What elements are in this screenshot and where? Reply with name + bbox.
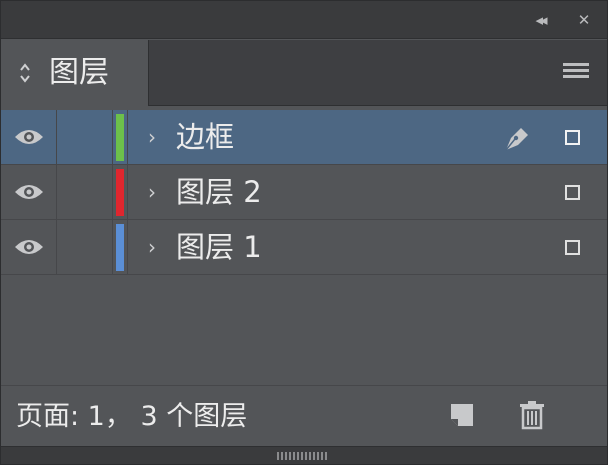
layer-color-swatch [116,169,124,216]
tab-label: 图层 [49,55,109,90]
layer-name: 图层 2 [176,175,262,209]
layer-color-swatch [116,114,124,161]
layers-panel: ◂◂ ✕ 图层 › 边框 › 图层 2 › 图层 1 页面: 1， 3 个图层 [0,0,608,465]
layer-name-cell[interactable]: › 边框 [127,110,607,164]
visibility-toggle[interactable] [1,220,57,274]
chevron-right-icon[interactable]: › [148,123,156,151]
layer-color-swatch [116,224,124,271]
eye-icon [15,185,43,199]
layer-name: 边框 [176,120,235,154]
lock-toggle[interactable] [57,165,113,219]
pen-icon [505,128,528,151]
chevron-right-icon[interactable]: › [148,233,156,261]
panel-footer: 页面: 1， 3 个图层 [1,385,607,445]
layer-target-box[interactable] [565,130,580,145]
layer-target-box[interactable] [565,240,580,255]
chevron-right-icon[interactable]: › [148,178,156,206]
up-down-arrows-icon [20,63,30,83]
visibility-toggle[interactable] [1,165,57,219]
close-icon[interactable]: ✕ [573,10,595,30]
lock-toggle[interactable] [57,110,113,164]
layer-target-box[interactable] [565,185,580,200]
trash-icon[interactable] [518,400,546,430]
layer-name-cell[interactable]: › 图层 2 [127,165,607,219]
lock-toggle[interactable] [57,220,113,274]
status-text: 页面: 1， 3 个图层 [16,401,248,432]
hamburger-menu-icon[interactable] [563,63,589,83]
tab-layers[interactable]: 图层 [1,40,149,106]
panel-tab-row: 图层 [1,40,607,106]
layer-row[interactable]: › 图层 1 [1,220,607,275]
visibility-toggle[interactable] [1,110,57,164]
layer-row[interactable]: › 图层 2 [1,165,607,220]
eye-icon [15,130,43,144]
panel-titlebar: ◂◂ ✕ [1,1,607,39]
resize-grip-icon[interactable] [277,452,329,460]
layer-row[interactable]: › 边框 [1,110,607,165]
layer-name: 图层 1 [176,230,262,264]
eye-icon [15,240,43,254]
layer-list: › 边框 › 图层 2 › 图层 1 [1,110,607,275]
double-chevron-left-icon[interactable]: ◂◂ [529,10,551,30]
layer-name-cell[interactable]: › 图层 1 [127,220,607,274]
resize-grip-bar[interactable] [1,446,607,464]
new-layer-icon[interactable] [449,402,475,428]
